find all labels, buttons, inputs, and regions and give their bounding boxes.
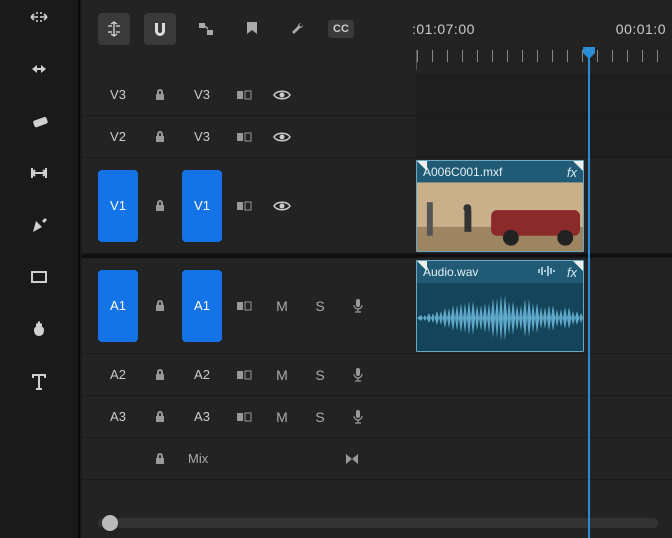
audio-clip[interactable]: Audio.wav fx — [416, 260, 584, 352]
rate-stretch-tool-icon[interactable] — [23, 2, 55, 32]
track-header-a1: A1 A1 M S — [82, 258, 416, 354]
sync-lock-icon[interactable] — [228, 290, 260, 322]
time-ruler[interactable] — [416, 50, 672, 70]
razor-tool-icon[interactable] — [23, 106, 55, 136]
linked-selection-button[interactable] — [190, 13, 222, 45]
source-patch-v2[interactable]: V2 — [98, 121, 138, 153]
lock-icon[interactable] — [144, 190, 176, 222]
track-headers: V3 V3 V2 V3 V1 V1 A1 A1 — [82, 74, 416, 480]
horizontal-scrollbar[interactable] — [98, 518, 658, 528]
mute-button[interactable]: M — [266, 401, 298, 433]
sync-lock-icon[interactable] — [228, 190, 260, 222]
mute-button[interactable]: M — [266, 290, 298, 322]
video-clip[interactable]: A006C001.mxf fx — [416, 160, 584, 252]
sync-lock-icon[interactable] — [228, 79, 260, 111]
source-patch-v3[interactable]: V3 — [98, 79, 138, 111]
timecode-display-2: 00:01:0 — [616, 21, 666, 37]
mix-track-label: Mix — [182, 451, 218, 466]
track-body[interactable]: A006C001.mxf fx — [416, 74, 672, 480]
video-thumbnail — [417, 183, 583, 251]
sequence-track-v3[interactable]: V3 — [182, 79, 222, 111]
type-tool-icon[interactable] — [23, 366, 55, 396]
hand-tool-icon[interactable] — [23, 314, 55, 344]
source-patch-a3[interactable]: A3 — [98, 401, 138, 433]
tool-sidebar — [0, 0, 80, 538]
sequence-track-v2[interactable]: V3 — [182, 121, 222, 153]
playhead-icon[interactable] — [582, 46, 596, 60]
sequence-track-a1[interactable]: A1 — [182, 270, 222, 342]
lock-icon[interactable] — [144, 79, 176, 111]
playhead-line[interactable] — [588, 58, 590, 538]
output-icon[interactable] — [336, 443, 368, 475]
track-header-mix: Mix — [82, 438, 416, 480]
mute-button[interactable]: M — [266, 359, 298, 391]
sync-lock-icon[interactable] — [228, 401, 260, 433]
waveform-icon — [537, 265, 555, 280]
track-header-a3: A3 A3 M S — [82, 396, 416, 438]
pen-tool-icon[interactable] — [23, 210, 55, 240]
lock-icon[interactable] — [144, 443, 176, 475]
solo-button[interactable]: S — [304, 290, 336, 322]
track-header-v1: V1 V1 — [82, 158, 416, 254]
eye-icon[interactable] — [266, 79, 298, 111]
lock-icon[interactable] — [144, 290, 176, 322]
scroll-thumb[interactable] — [102, 515, 118, 531]
video-clip-name: A006C001.mxf — [423, 165, 502, 179]
sequence-track-a2[interactable]: A2 — [182, 359, 222, 391]
settings-wrench-button[interactable] — [282, 13, 314, 45]
source-patch-a1[interactable]: A1 — [98, 270, 138, 342]
audio-waveform — [417, 283, 583, 351]
mic-icon[interactable] — [342, 401, 374, 433]
rectangle-tool-icon[interactable] — [23, 262, 55, 292]
lock-icon[interactable] — [144, 121, 176, 153]
eye-icon[interactable] — [266, 121, 298, 153]
track-header-v3: V3 V3 — [82, 74, 416, 116]
lock-icon[interactable] — [144, 401, 176, 433]
source-patch-v1[interactable]: V1 — [98, 170, 138, 242]
sequence-track-v1[interactable]: V1 — [182, 170, 222, 242]
sync-lock-icon[interactable] — [228, 121, 260, 153]
timeline-panel: CC :01:07:00 00:01:0 V3 V3 V2 V3 V1 — [82, 0, 672, 538]
source-patch-a2[interactable]: A2 — [98, 359, 138, 391]
slip-tool-icon[interactable] — [23, 54, 55, 84]
solo-button[interactable]: S — [304, 401, 336, 433]
marker-button[interactable] — [236, 13, 268, 45]
track-header-a2: A2 A2 M S — [82, 354, 416, 396]
audio-clip-name: Audio.wav — [423, 265, 478, 279]
slide-tool-icon[interactable] — [23, 158, 55, 188]
lock-icon[interactable] — [144, 359, 176, 391]
captions-button[interactable]: CC — [328, 20, 354, 38]
sequence-track-a3[interactable]: A3 — [182, 401, 222, 433]
insert-mode-button[interactable] — [98, 13, 130, 45]
solo-button[interactable]: S — [304, 359, 336, 391]
track-header-v2: V2 V3 — [82, 116, 416, 158]
mic-icon[interactable] — [342, 359, 374, 391]
timecode-display-1: :01:07:00 — [412, 21, 475, 37]
eye-icon[interactable] — [266, 190, 298, 222]
sync-lock-icon[interactable] — [228, 359, 260, 391]
mic-icon[interactable] — [342, 290, 374, 322]
snap-button[interactable] — [144, 13, 176, 45]
